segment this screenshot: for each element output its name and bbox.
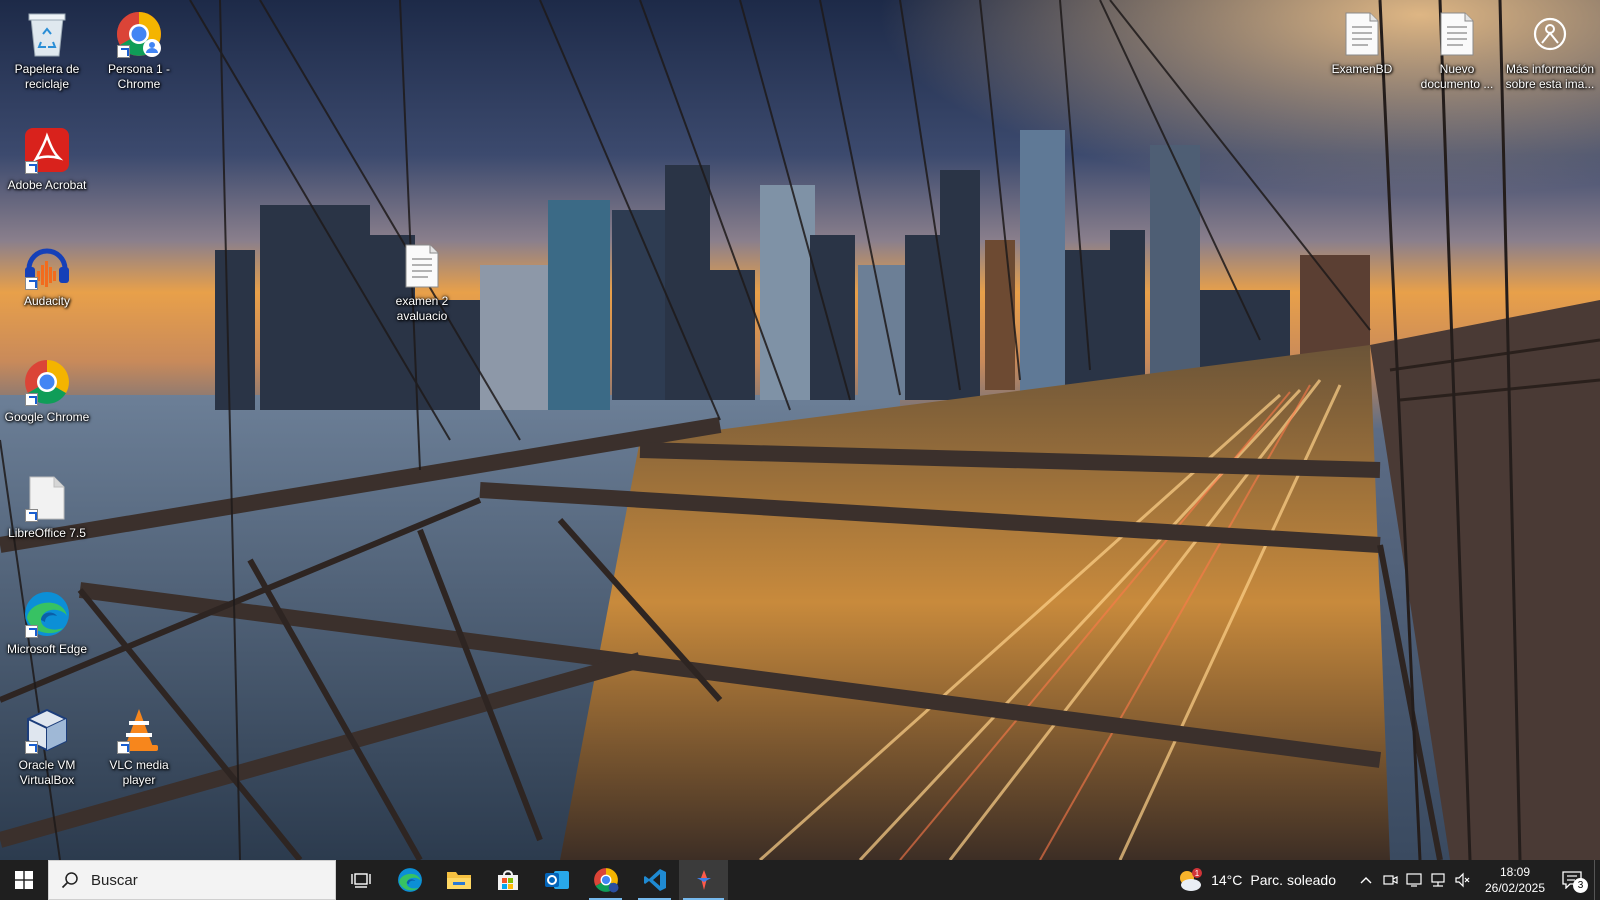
taskbar-task-view[interactable] [336,860,385,900]
desktop-wallpaper [0,0,1600,860]
taskbar-vscode[interactable] [630,860,679,900]
camera-icon [1383,875,1398,885]
edge-icon [21,588,73,640]
desktop-icon-label: LibreOffice 7.5 [8,526,86,540]
desktop-icon-nuevo-documento[interactable]: Nuevo documento ... [1410,2,1504,110]
virtualbox-icon [21,704,73,756]
search-placeholder: Buscar [91,871,138,889]
desktop-icon-label: examen 2 avaluacio [395,294,449,323]
clock-time: 18:09 [1499,865,1531,879]
vscode-icon [643,869,666,891]
desktop-icon-label: Oracle VM VirtualBox [18,758,76,787]
tray-display[interactable] [1402,860,1426,900]
task-view-icon [350,873,371,888]
shortcut-arrow-icon [25,393,38,406]
adobe-acrobat-icon [21,124,73,176]
desktop-icon-recycle-bin[interactable]: Papelera de reciclaje [0,2,94,110]
desktop-icon-examen-2[interactable]: examen 2 avaluacio [375,234,469,342]
libreoffice-icon [21,472,73,524]
audacity-icon [21,240,73,292]
desktop-icon-label: Audacity [23,294,71,308]
tray-meet-now[interactable] [1378,860,1402,900]
windows-logo-icon [15,871,33,889]
text-document-icon [1336,8,1388,60]
notification-count-badge: 3 [1573,878,1588,893]
desktop-icon-label: Persona 1 - Chrome [107,62,171,91]
chevron-up-icon [1360,877,1372,884]
desktop-icon-chrome-profile[interactable]: Persona 1 - Chrome [92,2,186,110]
shortcut-arrow-icon [25,509,38,522]
show-desktop-button[interactable] [1594,860,1600,900]
desktop-icon-virtualbox[interactable]: Oracle VM VirtualBox [0,698,94,806]
shortcut-arrow-icon [25,277,38,290]
taskbar-search-box[interactable]: Buscar [48,860,336,900]
desktop-icon-spotlight-info[interactable]: Más información sobre esta ima... [1503,2,1597,110]
desktop-icon-libreoffice[interactable]: LibreOffice 7.5 [0,466,94,574]
weather-alert-badge: 1 [1195,869,1200,878]
weather-partly-sunny-icon: 1 [1180,868,1203,891]
desktop-icon-label: Más información sobre esta ima... [1505,62,1595,91]
desktop-icon-label: ExamenBD [1331,62,1393,76]
action-center-button[interactable]: 3 [1550,860,1594,900]
taskbar-file-explorer[interactable] [434,860,483,900]
text-document-icon [1431,8,1483,60]
shortcut-arrow-icon [25,625,38,638]
wallpaper-bridge-image [0,0,1600,860]
edge-icon [397,868,422,892]
text-document-icon [396,240,448,292]
taskbar-outlook[interactable] [532,860,581,900]
taskbar-chrome[interactable] [581,860,630,900]
weather-widget[interactable]: 1 14°C Parc. soleado [1177,868,1336,892]
desktop-icon-label: Adobe Acrobat [7,178,87,192]
clock-date: 26/02/2025 [1484,881,1546,895]
recycle-bin-icon [21,8,73,60]
volume-muted-icon [1455,872,1470,888]
store-icon [497,870,518,890]
tray-volume[interactable] [1450,860,1474,900]
search-icon [61,872,78,889]
desktop-icon-google-chrome[interactable]: Google Chrome [0,350,94,458]
recorder-icon [696,870,711,890]
desktop-icon-label: Google Chrome [4,410,90,424]
system-tray: 1 14°C Parc. soleado 18:09 26/02/2025 3 [1177,860,1600,900]
vlc-icon [113,704,165,756]
taskbar-recorder[interactable] [679,860,728,900]
start-button[interactable] [0,860,48,900]
desktop-icon-microsoft-edge[interactable]: Microsoft Edge [0,582,94,690]
desktop-icon-adobe-acrobat[interactable]: Adobe Acrobat [0,118,94,226]
chrome-profile-icon [113,8,165,60]
shortcut-arrow-icon [117,741,130,754]
chrome-icon [21,356,73,408]
taskbar-store[interactable] [483,860,532,900]
taskbar-edge[interactable] [385,860,434,900]
weather-temperature: 14°C [1211,872,1243,888]
desktop-icon-label: Microsoft Edge [6,642,88,656]
desktop-icon-examenbd[interactable]: ExamenBD [1315,2,1409,110]
desktop-icon-label: Papelera de reciclaje [14,62,80,91]
desktop-icon-vlc[interactable]: VLC media player [92,698,186,806]
taskbar-clock[interactable]: 18:09 26/02/2025 [1480,864,1550,896]
spotlight-info-icon [1524,8,1576,60]
taskbar: Buscar 1 14°C Parc. soleado 18:09 26/02/… [0,860,1600,900]
show-hidden-icons-button[interactable] [1354,860,1378,900]
shortcut-arrow-icon [25,161,38,174]
desktop-icon-audacity[interactable]: Audacity [0,234,94,342]
outlook-icon [544,871,569,889]
desktop-icon-label: Nuevo documento ... [1420,62,1494,91]
shortcut-arrow-icon [117,45,130,58]
network-icon [1431,873,1445,887]
tray-network[interactable] [1426,860,1450,900]
weather-description: Parc. soleado [1250,872,1336,888]
desktop-icon-label: VLC media player [109,758,169,787]
chrome-icon [593,868,618,893]
shortcut-arrow-icon [25,741,38,754]
monitor-icon [1406,873,1422,887]
folder-icon [446,872,471,889]
